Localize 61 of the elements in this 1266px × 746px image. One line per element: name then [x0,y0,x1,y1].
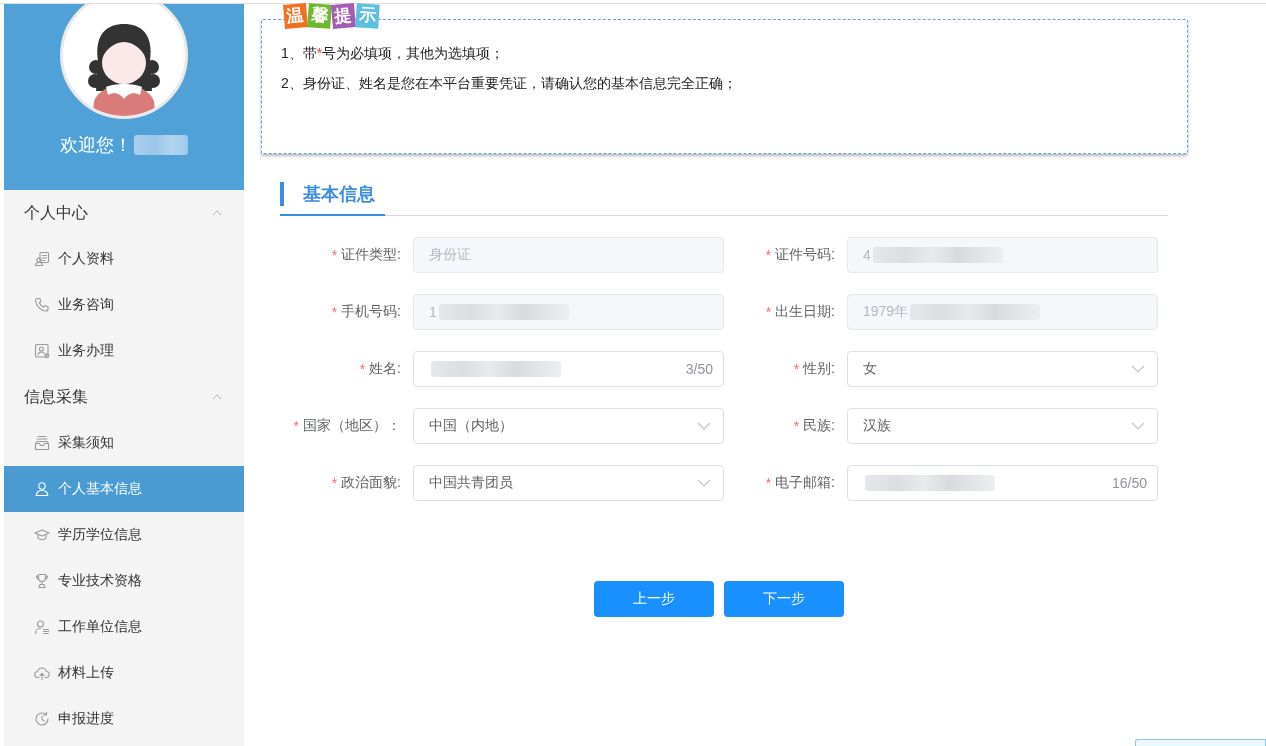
required-asterisk: * [793,418,800,434]
character-counter: 16/50 [1111,475,1147,491]
field-label: 出生日期: [775,303,835,321]
floating-toolbar[interactable] [1135,739,1266,746]
required-asterisk: * [331,304,338,320]
menu-item[interactable]: 个人资料 [4,236,244,282]
menu-item[interactable]: 业务咨询 [4,282,244,328]
notice-text: 1、带*号为必填项，其他为选填项； [281,44,506,63]
field-label: 国家（地区）： [303,417,401,435]
field-label: 电子邮箱: [775,474,835,492]
notice-badge-tile: 提 [331,3,356,29]
menu-item[interactable]: 材料上传 [4,650,244,696]
menu-group-header[interactable]: 个人中心 [4,190,244,236]
required-asterisk: * [331,475,338,491]
chevron-down-icon [1131,365,1145,373]
notice-badge-tile: 温 [283,3,308,29]
field-label: 性别: [803,360,835,378]
select-field[interactable]: 中国共青团员 [413,465,724,501]
user-list-icon [34,619,50,635]
chevron-down-icon [697,479,711,487]
menu-item[interactable]: 专业技术资格 [4,558,244,604]
field-label: 姓名: [369,360,401,378]
history-icon [34,711,50,727]
required-asterisk: * [293,418,299,434]
chevron-down-icon [697,422,711,430]
required-asterisk: * [359,361,366,377]
cloud-upload-icon [34,665,50,681]
notice-badge-tile: 馨 [307,3,332,29]
trophy-icon [34,573,50,589]
field-label: 政治面貌: [341,474,401,492]
menu-item[interactable]: 学历学位信息 [4,512,244,558]
field-label: 手机号码: [341,303,401,321]
graduation-cap-icon [34,527,50,543]
notice-badge-tile: 示 [355,3,380,29]
menu-item[interactable]: 申报进度 [4,696,244,742]
required-asterisk: * [765,475,772,491]
accent-bar [280,182,284,206]
required-asterisk: * [765,247,772,263]
phone-icon [34,297,50,313]
inbox-icon [34,435,50,451]
notice-text: 2、身份证、姓名是您在本平台重要凭证，请确认您的基本信息完全正确； [281,74,738,93]
section-title: 基本信息 [303,183,375,206]
required-asterisk: * [793,361,800,377]
select-field[interactable]: 中国（内地） [413,408,724,444]
menu-item[interactable]: 工作单位信息 [4,604,244,650]
select-field[interactable]: 女 [847,351,1158,387]
required-asterisk: * [765,304,772,320]
character-counter: 3/50 [685,361,713,377]
field-label: 证件类型: [341,246,401,264]
menu-item[interactable]: 业务办理 [4,328,244,374]
field-label: 证件号码: [775,246,835,264]
chevron-down-icon [1131,422,1145,430]
user-icon [34,481,50,497]
field-label: 民族: [803,417,835,435]
person-card-icon [34,251,50,267]
select-field[interactable]: 汉族 [847,408,1158,444]
welcome-text: 欢迎您！ [60,134,132,157]
menu-group-header[interactable]: 信息采集 [4,374,244,420]
required-asterisk: * [331,247,338,263]
profile-gear-icon [34,343,50,359]
menu-item[interactable]: 采集须知 [4,420,244,466]
